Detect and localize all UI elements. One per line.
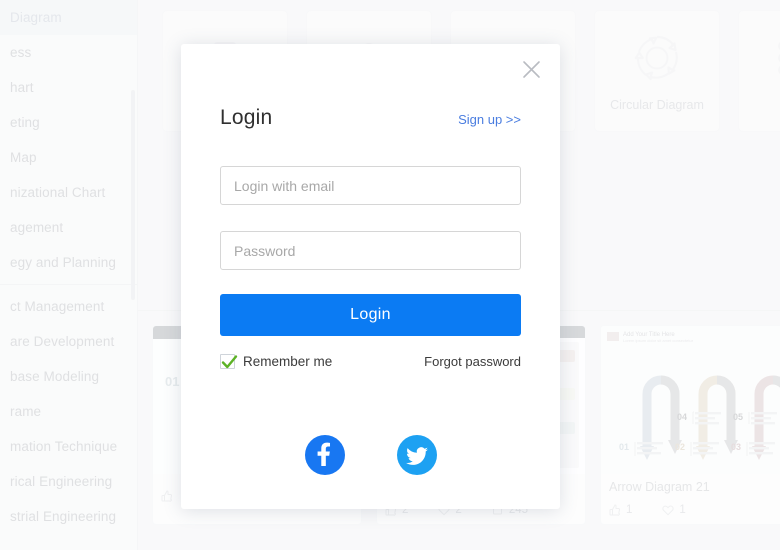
twitter-icon[interactable] bbox=[396, 435, 437, 475]
checkmark-icon bbox=[221, 355, 238, 369]
close-icon bbox=[522, 60, 540, 78]
email-input[interactable] bbox=[220, 166, 521, 205]
password-input[interactable] bbox=[220, 231, 521, 270]
facebook-icon[interactable] bbox=[304, 435, 345, 475]
login-modal: Login Sign up >> Login Remember me Forgo… bbox=[181, 44, 560, 509]
social-login-row bbox=[220, 435, 521, 475]
remember-me-label: Remember me bbox=[243, 354, 333, 369]
modal-header: Login Sign up >> bbox=[220, 106, 521, 130]
login-button[interactable]: Login bbox=[220, 294, 521, 336]
modal-body: Login Sign up >> Login Remember me Forgo… bbox=[181, 106, 560, 475]
remember-row: Remember me Forgot password bbox=[220, 354, 521, 369]
app-root: Diagram ess hart eting Map nizational Ch… bbox=[0, 0, 780, 550]
forgot-password-link[interactable]: Forgot password bbox=[424, 354, 521, 369]
signup-link[interactable]: Sign up >> bbox=[458, 112, 521, 127]
modal-title: Login bbox=[220, 106, 273, 129]
close-button[interactable] bbox=[518, 56, 544, 82]
remember-me-checkbox[interactable]: Remember me bbox=[220, 354, 332, 369]
checkbox-box bbox=[220, 354, 238, 369]
